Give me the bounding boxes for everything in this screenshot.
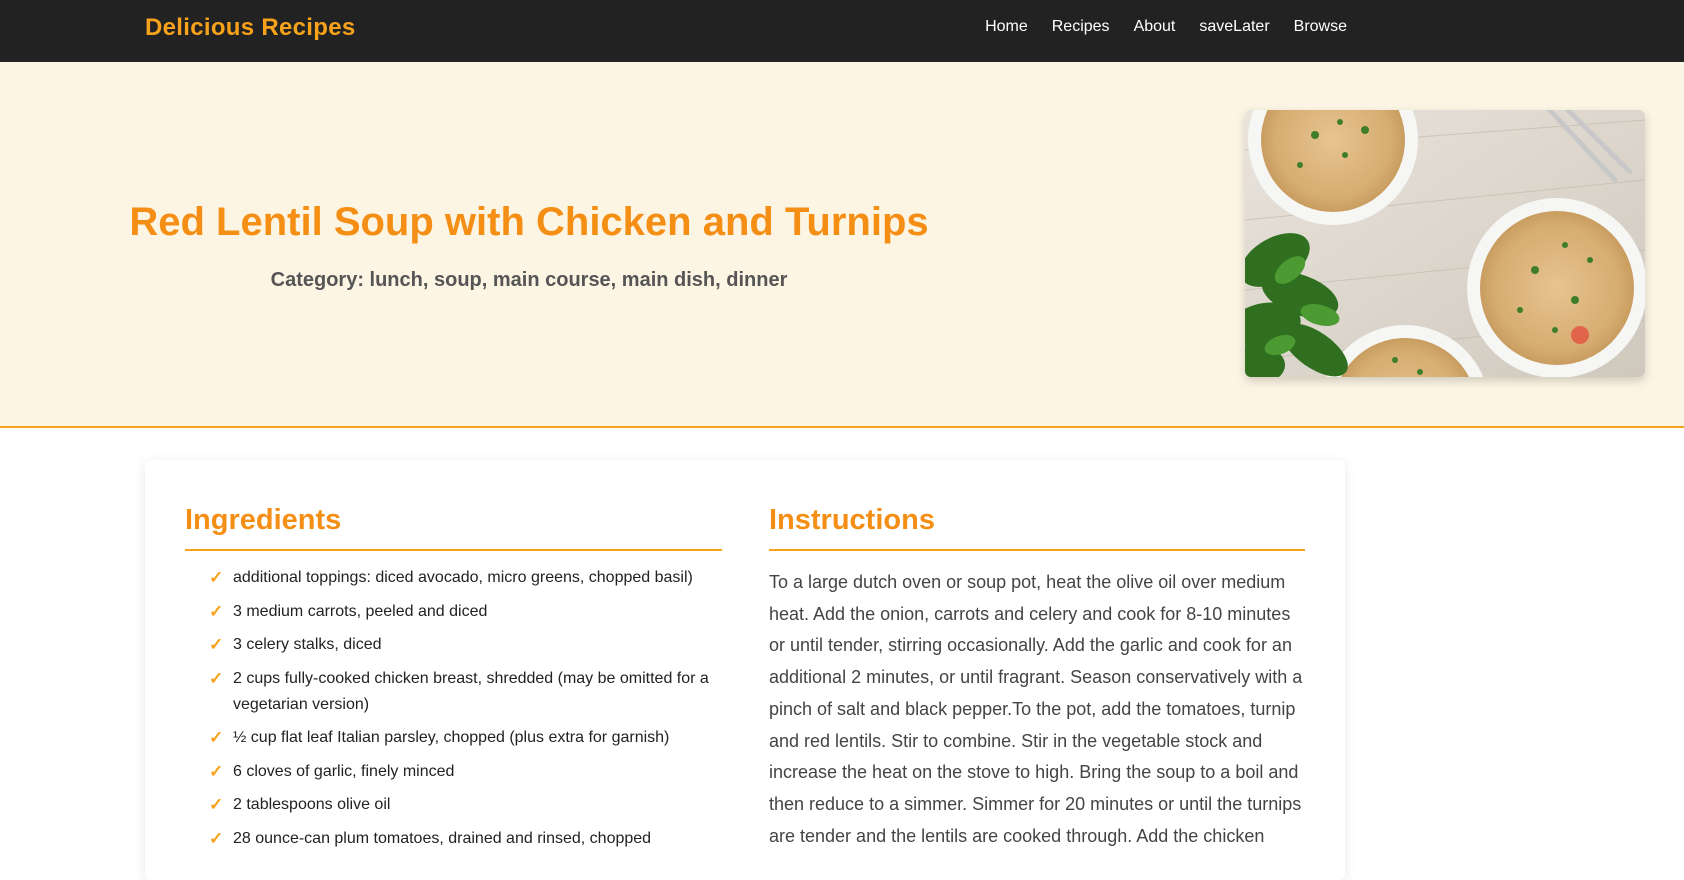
check-icon: ✓ [209, 761, 224, 781]
instructions-text: To a large dutch oven or soup pot, heat … [769, 572, 1303, 846]
ingredient-text: 2 tablespoons olive oil [233, 796, 391, 813]
recipe-title: Red Lentil Soup with Chicken and Turnips [129, 200, 929, 244]
ingredient-item: ✓ 3 medium carrots, peeled and diced [209, 599, 722, 625]
check-icon: ✓ [209, 601, 224, 621]
nav-link-browse[interactable]: Browse [1294, 18, 1347, 36]
recipe-details-card: Ingredients ✓ additional toppings: diced … [145, 460, 1345, 880]
ingredient-text: 6 cloves of garlic, finely minced [233, 762, 455, 780]
ingredient-item: ✓ 2 cups fully-cooked chicken breast, shr… [209, 666, 722, 718]
ingredient-text: 3 celery stalks, diced [233, 636, 382, 653]
nav-link-savelater[interactable]: saveLater [1199, 18, 1269, 36]
ingredient-text: 28 ounce-can plum tomatoes, drained and … [233, 829, 652, 847]
ingredient-item: ✓ additional toppings: diced avocado, mic… [209, 565, 722, 591]
check-icon: ✓ [209, 635, 224, 654]
recipe-hero: Red Lentil Soup with Chicken and Turnips… [0, 62, 1684, 428]
nav-link-recipes[interactable]: Recipes [1052, 18, 1110, 36]
check-icon: ✓ [209, 728, 224, 747]
nav-link-home[interactable]: Home [985, 18, 1028, 36]
ingredient-item: ✓ 6 cloves of garlic, finely minced [209, 759, 722, 785]
ingredient-item: ✓ 3 celery stalks, diced [209, 632, 722, 658]
ingredient-item: ✓ 2 tablespoons olive oil [209, 792, 722, 818]
navbar: Delicious Recipes Home Recipes About sav… [0, 0, 1684, 62]
ingredient-item: ✓ 28 ounce-can plum tomatoes, drained and… [209, 826, 722, 852]
ingredient-text: 3 medium carrots, peeled and diced [233, 602, 488, 620]
ingredient-text: ½ cup flat leaf Italian parsley, chopped… [233, 729, 670, 746]
ingredients-section: Ingredients ✓ additional toppings: diced … [185, 460, 722, 859]
recipe-category: Category: lunch, soup, main course, main… [270, 269, 788, 291]
recipe-image [1245, 110, 1645, 377]
ingredients-heading: Ingredients [185, 504, 722, 551]
nav-link-about[interactable]: About [1134, 18, 1176, 36]
nav-links: Home Recipes About saveLater Browse [985, 18, 1347, 36]
ingredient-text: 2 cups fully-cooked chicken breast, shre… [233, 669, 709, 713]
check-icon: ✓ [209, 668, 224, 688]
ingredient-text: additional toppings: diced avocado, micr… [233, 569, 693, 586]
instructions-section: Instructions To a large dutch oven or so… [769, 460, 1305, 852]
brand-logo[interactable]: Delicious Recipes [145, 14, 356, 42]
check-icon: ✓ [209, 795, 224, 814]
check-icon: ✓ [209, 568, 224, 587]
ingredient-item: ✓ ½ cup flat leaf Italian parsley, choppe… [209, 725, 722, 751]
check-icon: ✓ [209, 828, 224, 848]
ingredients-list: ✓ additional toppings: diced avocado, mic… [185, 565, 722, 852]
instructions-heading: Instructions [769, 504, 1305, 551]
